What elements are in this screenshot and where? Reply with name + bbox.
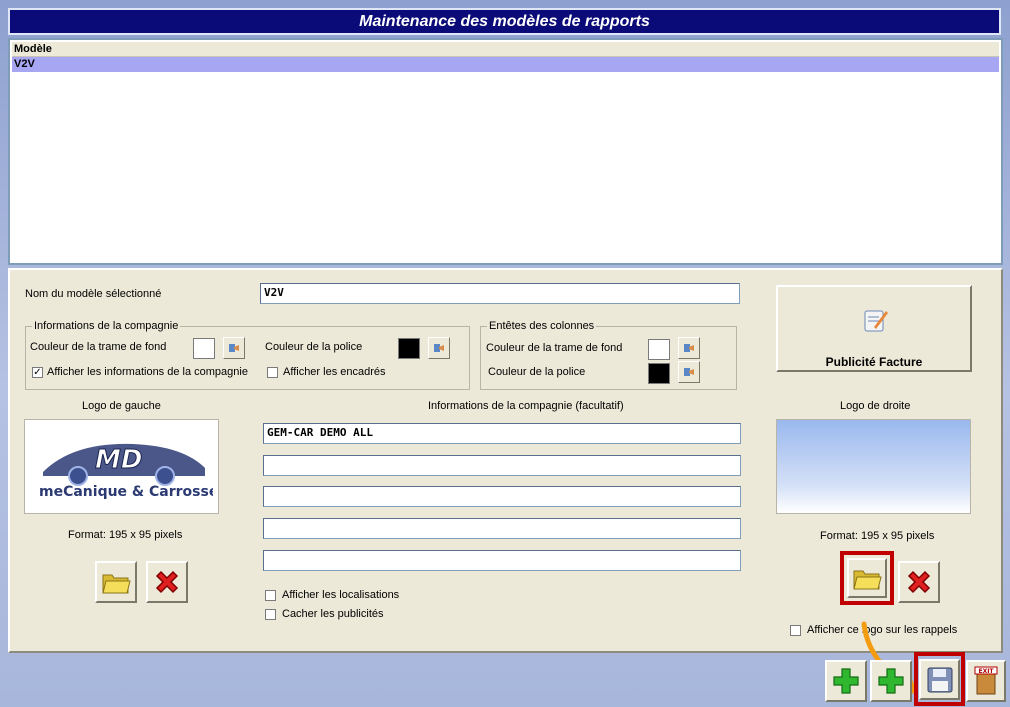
company-info-line-3[interactable] xyxy=(263,486,741,507)
columns-font-color-label: Couleur de la police xyxy=(488,366,586,378)
model-name-input[interactable]: V2V xyxy=(260,283,740,304)
right-logo-title: Logo de droite xyxy=(840,400,911,412)
company-info-line-4[interactable] xyxy=(263,518,741,539)
right-logo-image xyxy=(776,419,971,514)
right-logo-browse-button[interactable] xyxy=(847,558,887,598)
show-locations-checkbox[interactable] xyxy=(265,590,276,601)
left-logo-browse-button[interactable] xyxy=(95,561,137,603)
color-picker-icon xyxy=(229,344,239,352)
columns-font-color-picker-button[interactable] xyxy=(678,361,700,383)
show-company-info-label: Afficher les informations de la compagni… xyxy=(47,366,248,378)
show-company-info-checkbox[interactable]: ✓ xyxy=(32,367,43,378)
delete-x-icon xyxy=(907,570,931,594)
document-edit-icon xyxy=(864,310,888,332)
show-frames-label: Afficher les encadrés xyxy=(283,366,386,378)
color-picker-icon xyxy=(434,344,444,352)
invoice-ad-button[interactable]: Publicité Facture xyxy=(776,285,972,372)
company-font-color-label: Couleur de la police xyxy=(265,341,363,353)
company-bg-color-picker-button[interactable] xyxy=(223,337,245,359)
left-logo-format: Format: 195 x 95 pixels xyxy=(68,529,183,541)
exit-door-icon: EXIT xyxy=(974,666,998,695)
right-logo-delete-button[interactable] xyxy=(898,561,940,603)
folder-icon xyxy=(853,570,882,590)
exit-button[interactable]: EXIT xyxy=(966,660,1006,702)
list-column-header[interactable]: Modèle xyxy=(12,42,999,57)
left-logo-delete-button[interactable] xyxy=(146,561,188,603)
logo-brand-text: MD xyxy=(95,445,142,475)
hide-ads-checkbox[interactable] xyxy=(265,609,276,620)
company-font-color-swatch xyxy=(398,338,420,359)
floppy-disk-icon xyxy=(927,667,952,692)
right-logo-format: Format: 195 x 95 pixels xyxy=(820,530,935,542)
left-logo-title: Logo de gauche xyxy=(82,400,161,412)
company-info-lines-title: Informations de la compagnie (facultatif… xyxy=(428,400,624,412)
columns-bg-color-swatch xyxy=(648,339,670,360)
folder-icon xyxy=(102,574,131,594)
show-frames-checkbox[interactable] xyxy=(267,367,278,378)
show-logo-on-reminders-checkbox[interactable] xyxy=(790,625,801,636)
company-bg-color-swatch xyxy=(193,338,215,359)
model-details-panel: Nom du modèle sélectionné V2V Informatio… xyxy=(8,268,1003,653)
logo-tagline-text: meCanique & Carrosserie xyxy=(39,484,213,500)
company-info-line-2[interactable] xyxy=(263,455,741,476)
show-locations-label: Afficher les localisations xyxy=(282,589,400,601)
model-list[interactable]: Modèle V2V xyxy=(8,38,1003,265)
company-bg-color-label: Couleur de la trame de fond xyxy=(30,341,167,353)
invoice-ad-button-label: Publicité Facture xyxy=(825,355,923,369)
save-button[interactable] xyxy=(919,659,960,700)
company-info-line-5[interactable] xyxy=(263,550,741,571)
left-logo-image: MD meCanique & Carrosserie xyxy=(24,419,219,514)
company-info-line-1[interactable]: GEM-CAR DEMO ALL xyxy=(263,423,741,444)
columns-bg-color-label: Couleur de la trame de fond xyxy=(486,342,623,354)
columns-bg-color-picker-button[interactable] xyxy=(678,337,700,359)
model-name-label: Nom du modèle sélectionné xyxy=(25,288,162,300)
company-info-group-title: Informations de la compagnie xyxy=(32,320,181,332)
delete-x-icon xyxy=(155,570,179,594)
window-title: Maintenance des modèles de rapports xyxy=(8,8,1001,35)
color-picker-icon xyxy=(684,344,694,352)
columns-font-color-swatch xyxy=(648,363,670,384)
duplicate-button[interactable] xyxy=(870,660,912,702)
exit-label: EXIT xyxy=(978,668,994,675)
plus-icon xyxy=(833,668,859,694)
list-item[interactable]: V2V xyxy=(12,57,999,72)
car-logo-graphic: MD meCanique & Carrosserie xyxy=(39,443,213,500)
color-picker-icon xyxy=(684,368,694,376)
window-title-text: Maintenance des modèles de rapports xyxy=(359,12,650,30)
add-button[interactable] xyxy=(825,660,867,702)
column-headers-group-title: Entêtes des colonnes xyxy=(487,320,597,332)
company-font-color-picker-button[interactable] xyxy=(428,337,450,359)
hide-ads-label: Cacher les publicités xyxy=(282,608,384,620)
plus-icon xyxy=(878,668,904,694)
